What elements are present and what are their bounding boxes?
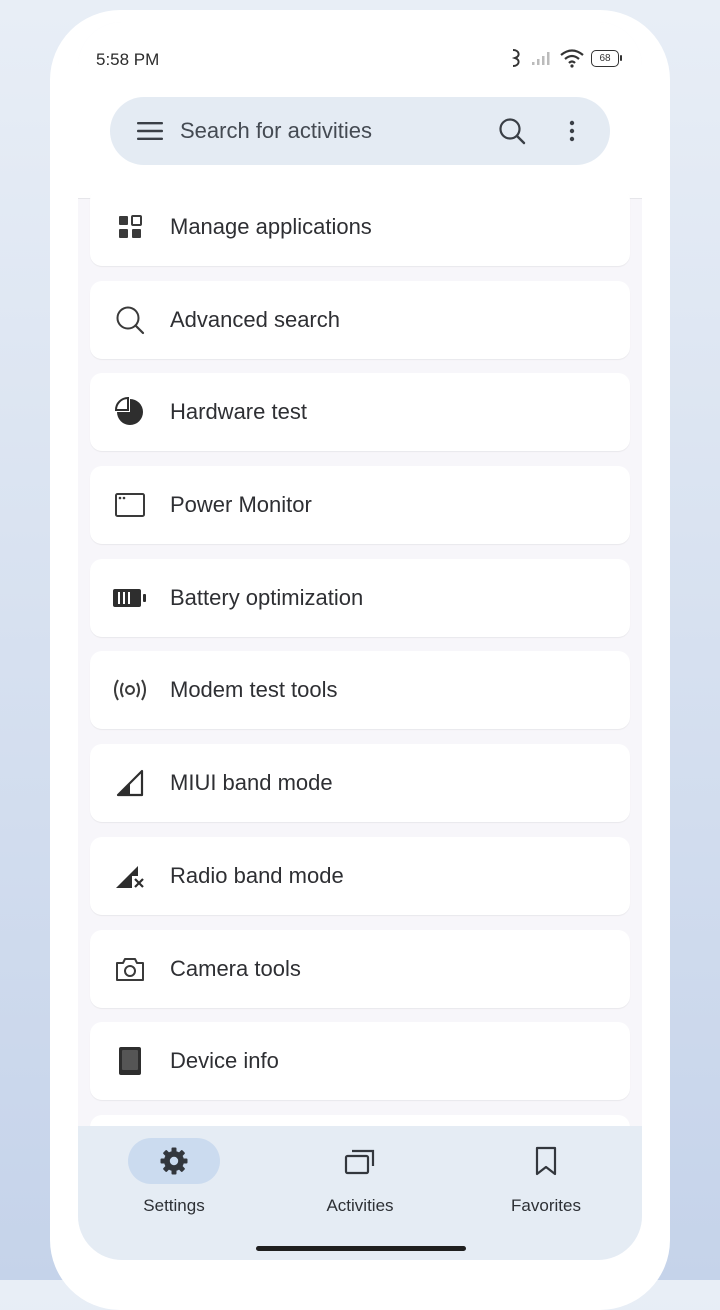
list-item-label: Modem test tools [170,677,338,703]
search-icon [116,306,145,334]
list-item-label: MIUI band mode [170,770,333,796]
cell-signal-icon [532,52,550,65]
top-app-bar: Search for activities [78,97,642,199]
nav-tab-settings[interactable]: Settings [84,1138,264,1216]
nav-indicator [314,1138,406,1184]
nav-indicator [128,1138,220,1184]
battery-indicator-icon: 68 [591,49,622,67]
list-item-label: Advanced search [170,306,340,332]
nav-tab-favorites[interactable]: Favorites [456,1138,636,1216]
nav-label-settings: Settings [143,1196,205,1215]
battery-level: 68 [591,49,619,67]
bookmark-icon [535,1146,557,1176]
hamburger-menu-icon [137,122,163,140]
list-item-power-monitor[interactable]: Power Monitor [90,466,630,545]
camera-icon [116,957,144,981]
list-item-label: Camera tools [170,955,301,981]
search-button[interactable] [482,97,542,165]
home-indicator[interactable] [256,1246,466,1251]
gear-icon [160,1147,188,1175]
search-icon [499,118,526,145]
list-item-manage-applications[interactable]: Manage applications [90,188,630,266]
battery-icon [113,588,146,607]
overflow-menu-button[interactable] [542,97,602,165]
signal-off-icon [116,865,144,888]
list-item-radio-band-mode[interactable]: Radio band mode [90,836,630,915]
device-icon [119,1047,141,1076]
menu-button[interactable] [120,97,180,165]
app-screen: 5:58 PM 68 Search for activities Manage … [78,22,642,1260]
list-item-label: Battery optimization [170,584,364,610]
stacked-windows-icon [344,1149,375,1175]
list-item-device-info[interactable]: Device info [90,1022,630,1101]
list-item-advanced-search[interactable]: Advanced search [90,280,630,359]
list-item-label: Device info [170,1048,279,1074]
list-item-hardware-test[interactable]: Hardware test [90,373,630,452]
wifi-icon [560,49,584,68]
signal-icon [116,770,144,797]
search-bar[interactable]: Search for activities [110,97,610,165]
broadcast-icon [114,679,146,701]
list-item-label: Hardware test [170,399,307,425]
list-item-label: Manage applications [170,214,372,239]
bottom-navigation: Settings Activities Favorites [78,1126,642,1260]
list-item-label: Radio band mode [170,862,344,888]
more-vert-icon [569,120,575,142]
nav-label-activities: Activities [326,1196,394,1215]
status-bar: 5:58 PM 68 [78,22,642,98]
list-item-label: Power Monitor [170,492,312,518]
pie-chart-icon [115,397,143,426]
list-item-battery-optimization[interactable]: Battery optimization [90,558,630,637]
nav-label-favorites: Favorites [511,1196,581,1215]
list-item-modem-test-tools[interactable]: Modem test tools [90,651,630,730]
status-icons: 68 [509,48,622,68]
grid-icon [119,215,142,238]
nav-indicator [500,1138,592,1184]
bluetooth-headset-icon [511,49,520,67]
nav-tab-activities[interactable]: Activities [270,1138,450,1216]
window-icon [115,493,145,518]
search-input[interactable]: Search for activities [180,118,482,144]
list-item-camera-tools[interactable]: Camera tools [90,929,630,1008]
settings-list: Manage applications Advanced search Hard… [90,188,630,1208]
status-time: 5:58 PM [96,50,160,69]
list-item-miui-band-mode[interactable]: MIUI band mode [90,744,630,823]
